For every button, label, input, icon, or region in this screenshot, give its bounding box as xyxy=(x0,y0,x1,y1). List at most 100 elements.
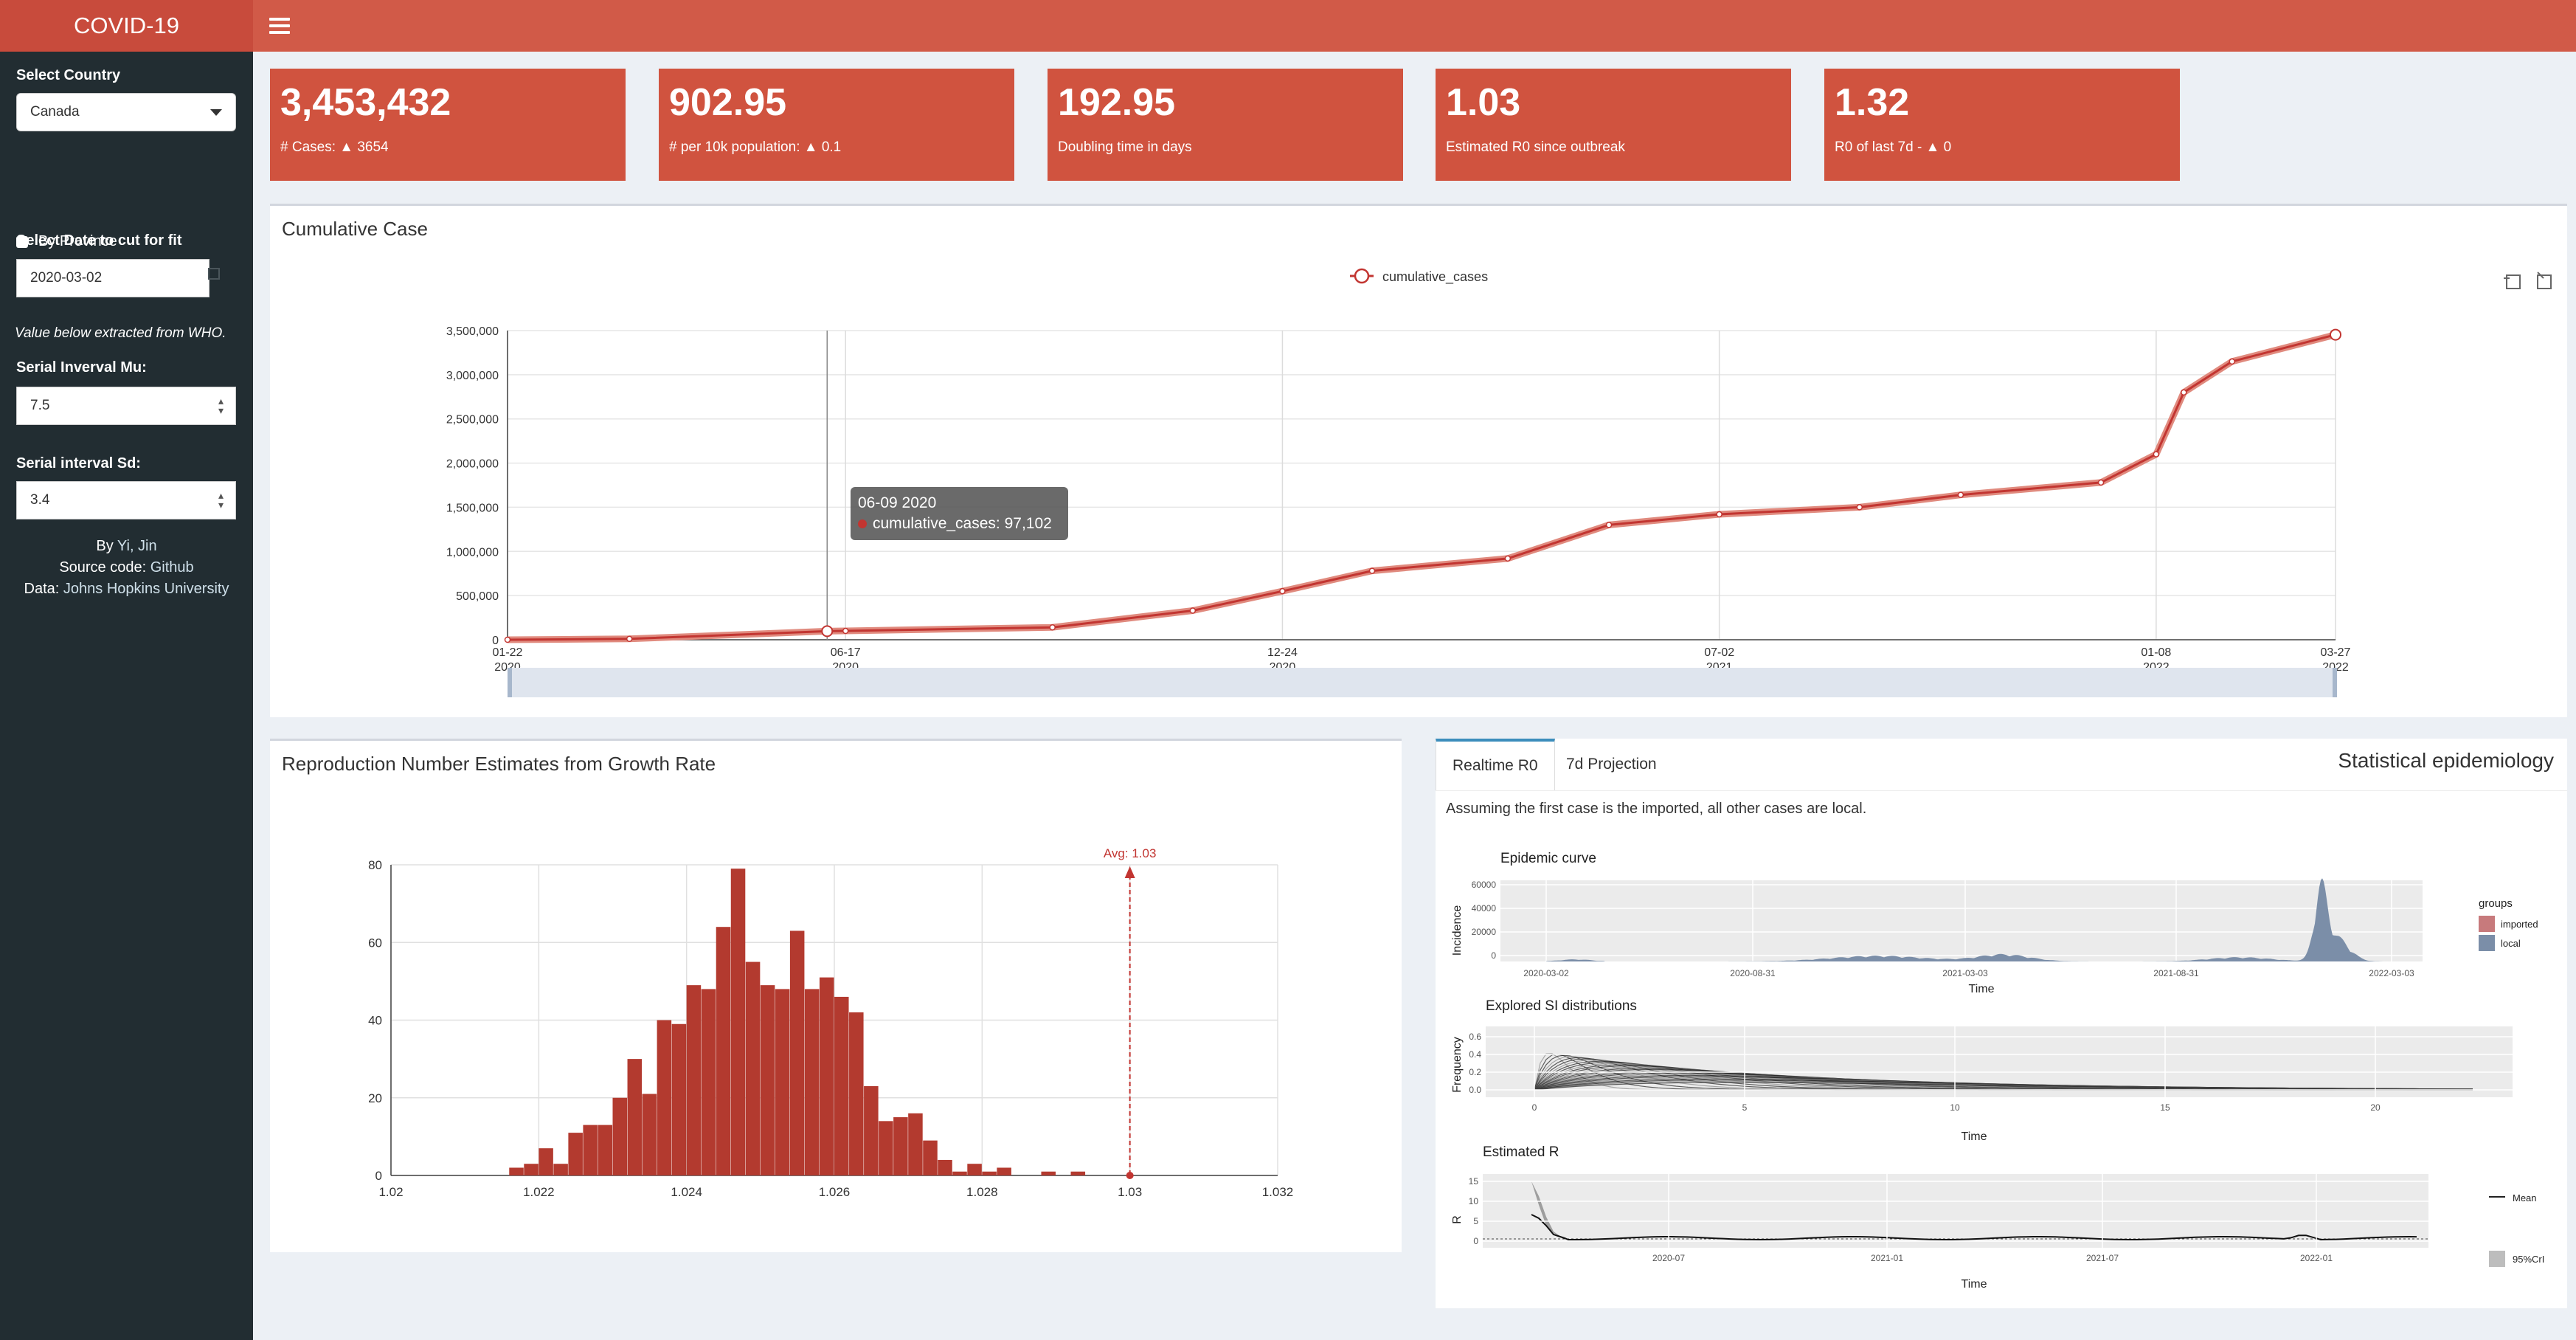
histogram-bar[interactable] xyxy=(701,989,716,1175)
histogram-bar[interactable] xyxy=(598,1125,612,1175)
histogram-bar[interactable] xyxy=(716,927,731,1175)
histogram-bar[interactable] xyxy=(627,1059,643,1175)
histogram-bar[interactable] xyxy=(775,989,790,1175)
value-box-number: 1.32 xyxy=(1835,81,1910,124)
stepper-icon[interactable]: ▴ ▾ xyxy=(218,490,224,510)
app-title[interactable]: COVID-19 xyxy=(0,0,253,52)
plot-panel xyxy=(1483,1174,2428,1248)
histogram-bar[interactable] xyxy=(997,1167,1011,1175)
x-tick-label: 2022-03-03 xyxy=(2369,968,2414,978)
x-tick-label: 01-22 xyxy=(493,646,523,659)
legend-label: imported xyxy=(2501,919,2538,930)
hover-point[interactable] xyxy=(821,625,834,638)
slider-handle-left[interactable] xyxy=(508,668,512,697)
data-point[interactable] xyxy=(504,636,511,643)
avg-arrow-icon xyxy=(1124,866,1135,878)
value-box-per10k: 902.95 # per 10k population: ▲ 0.1 xyxy=(659,69,1014,181)
date-input[interactable]: 2020-03-02 xyxy=(16,259,210,297)
histogram-bar[interactable] xyxy=(849,1012,864,1175)
histogram-bar[interactable] xyxy=(657,1020,672,1176)
histogram-bar[interactable] xyxy=(879,1121,893,1175)
histogram-bar[interactable] xyxy=(760,985,775,1175)
histogram-bar[interactable] xyxy=(967,1164,982,1175)
data-point[interactable] xyxy=(1856,504,1863,511)
calendar-icon[interactable] xyxy=(208,268,220,280)
histogram-bar[interactable] xyxy=(982,1171,997,1175)
histogram-bar[interactable] xyxy=(864,1085,879,1175)
tab-7d-projection[interactable]: 7d Projection xyxy=(1550,739,1673,790)
crop-icon[interactable] xyxy=(2504,274,2521,289)
series-cumulative-cases-markers[interactable] xyxy=(507,331,2337,643)
histogram-bar[interactable] xyxy=(583,1125,598,1175)
mu-input[interactable]: 7.5 ▴ ▾ xyxy=(16,387,236,425)
country-select[interactable]: Canada xyxy=(16,93,236,131)
data-point[interactable] xyxy=(2097,479,2105,486)
tooltip-date: 06-09 2020 xyxy=(858,494,937,511)
y-tick-label: 80 xyxy=(368,858,382,872)
histogram-bar[interactable] xyxy=(568,1133,583,1175)
histogram-bar[interactable] xyxy=(804,989,820,1175)
value-box-cases: 3,453,432 # Cases: ▲ 3654 xyxy=(270,69,626,181)
histogram-bar[interactable] xyxy=(923,1140,938,1175)
x-tick-label: 2020-07 xyxy=(1652,1253,1685,1263)
histogram-bar[interactable] xyxy=(789,930,805,1175)
x-tick-label: 15 xyxy=(2160,1102,2170,1113)
data-point[interactable] xyxy=(1957,491,1964,498)
sd-input[interactable]: 3.4 ▴ ▾ xyxy=(16,481,236,519)
histogram-bar[interactable] xyxy=(834,996,849,1175)
histogram-bar[interactable] xyxy=(553,1164,568,1175)
data-source-link[interactable]: Johns Hopkins University xyxy=(63,581,229,597)
data-point[interactable] xyxy=(1049,624,1056,631)
histogram-bar[interactable] xyxy=(612,1097,628,1175)
data-point[interactable] xyxy=(1368,567,1376,574)
x-tick-label: 06-17 xyxy=(831,646,861,659)
slider-handle-right[interactable] xyxy=(2333,668,2337,697)
data-point[interactable] xyxy=(1504,555,1512,562)
github-link[interactable]: Github xyxy=(150,559,194,576)
chart-legend[interactable]: cumulative_cases xyxy=(1350,268,1488,285)
histogram-bar[interactable] xyxy=(686,985,702,1175)
y-tick-label: 1,000,000 xyxy=(446,546,499,559)
data-point[interactable] xyxy=(1605,522,1613,528)
data-point[interactable] xyxy=(2181,389,2187,396)
sidebar-toggle-icon[interactable] xyxy=(269,14,290,38)
y-tick-label: 3,000,000 xyxy=(446,370,499,382)
country-select-value: Canada xyxy=(30,104,80,120)
credits: By Yi, Jin Source code: Github Data: Joh… xyxy=(0,536,253,600)
histogram-bar[interactable] xyxy=(671,1023,687,1175)
zoom-slider[interactable] xyxy=(509,668,2336,697)
mu-value: 7.5 xyxy=(30,398,50,413)
histogram-bar[interactable] xyxy=(1041,1171,1056,1175)
plot-title: Estimated R xyxy=(1483,1144,1559,1160)
histogram-bar[interactable] xyxy=(524,1164,539,1175)
histogram-bar[interactable] xyxy=(938,1159,952,1175)
histogram-bar[interactable] xyxy=(509,1167,524,1175)
data-point[interactable] xyxy=(2229,358,2235,365)
histogram-bar[interactable] xyxy=(893,1117,908,1175)
reset-zoom-icon[interactable] xyxy=(2537,272,2552,289)
histogram-bar[interactable] xyxy=(819,977,834,1175)
histogram-bar[interactable] xyxy=(730,868,746,1175)
axis-label: Frequency xyxy=(1451,1037,1464,1093)
author-link[interactable]: Yi, Jin xyxy=(117,538,157,554)
histogram-bar[interactable] xyxy=(908,1113,923,1175)
histogram-bar[interactable] xyxy=(952,1171,967,1175)
data-point[interactable] xyxy=(1716,511,1722,518)
y-tick-label: 500,000 xyxy=(456,590,499,603)
data-point[interactable] xyxy=(1279,587,1286,595)
stepper-icon[interactable]: ▴ ▾ xyxy=(218,396,224,415)
x-tick-label: 0 xyxy=(1532,1102,1537,1113)
histogram-bar[interactable] xyxy=(745,961,761,1175)
data-point[interactable] xyxy=(626,635,633,643)
data-point[interactable] xyxy=(842,627,849,635)
cumulative-chart[interactable]: 0 500,000 1,000,000 1,500,000 2,000,000 2,500… xyxy=(270,206,2567,715)
r-histogram[interactable]: 0 20 40 60 80 1.02 1.022 1.024 1.026 1.028 1.03 1.0… xyxy=(270,741,1402,1250)
data-point[interactable] xyxy=(1189,607,1197,614)
tab-realtime-r0[interactable]: Realtime R0 xyxy=(1436,739,1555,790)
data-point[interactable] xyxy=(2153,451,2160,457)
histogram-bar[interactable] xyxy=(1070,1171,1086,1175)
value-box-label: Doubling time in days xyxy=(1058,139,1192,155)
histogram-bar[interactable] xyxy=(642,1094,657,1175)
end-point[interactable] xyxy=(2330,328,2341,341)
histogram-bar[interactable] xyxy=(539,1148,553,1175)
